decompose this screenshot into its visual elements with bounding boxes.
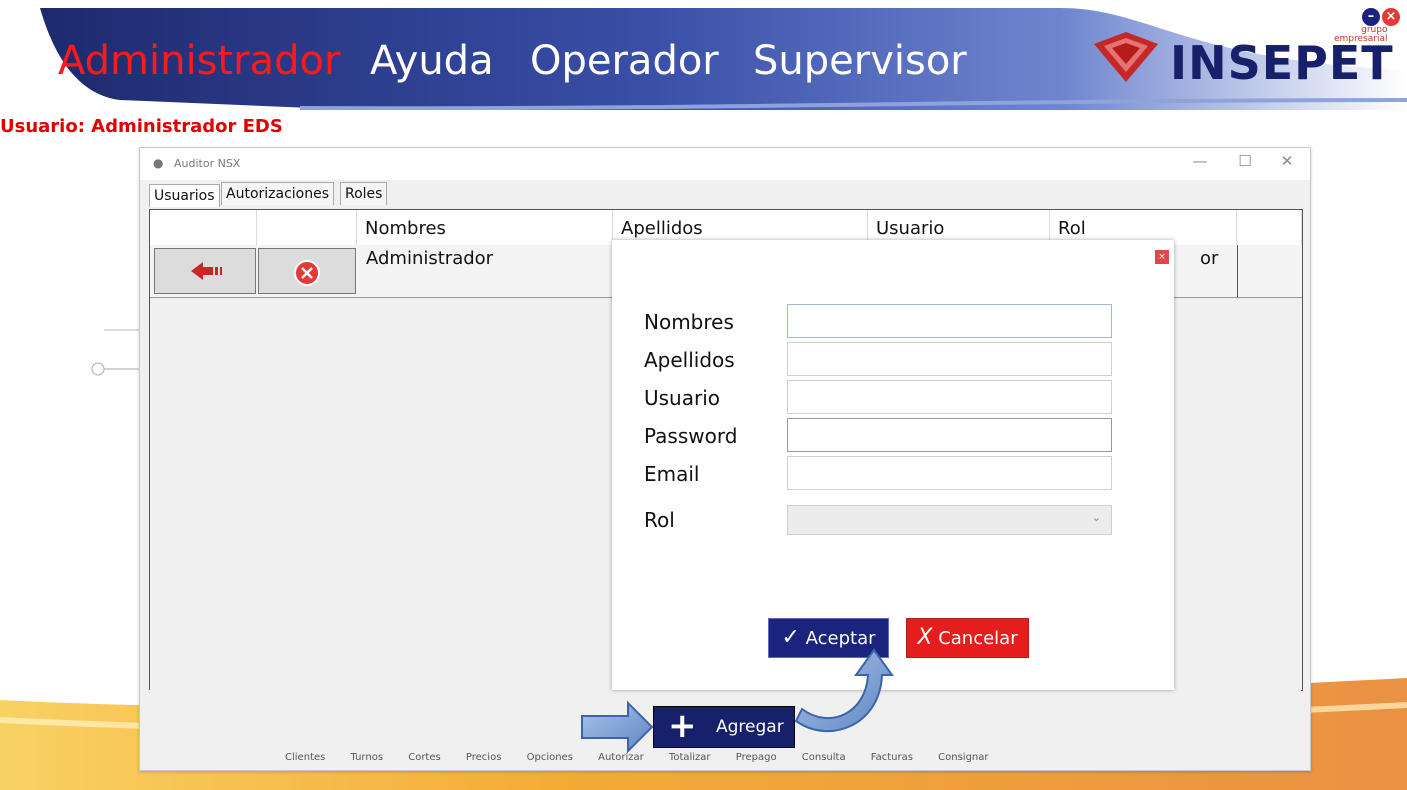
grid-divider (1237, 245, 1238, 297)
window-title-bar[interactable]: ● Auditor NSX — ☐ ✕ (140, 148, 1310, 180)
column-header (150, 210, 257, 245)
back-button[interactable] (154, 248, 256, 294)
label-email: Email (644, 462, 700, 486)
rol-select[interactable]: ⌄ (787, 505, 1112, 535)
cell-rol: or (1200, 248, 1219, 269)
tab-roles[interactable]: Roles (340, 182, 388, 205)
delete-row-button[interactable] (258, 248, 356, 294)
dialog-close-icon[interactable]: × (1155, 250, 1169, 264)
nav-item[interactable]: Clientes (285, 752, 325, 763)
add-user-dialog: × Nombres Apellidos Usuario Password Ema… (612, 240, 1174, 690)
nav-item[interactable]: Consignar (938, 752, 988, 763)
column-header-nombres[interactable]: Nombres (357, 210, 613, 245)
tab-autorizaciones[interactable]: Autorizaciones (221, 182, 335, 205)
column-header (1237, 210, 1302, 245)
window-minimize-icon[interactable]: — (1185, 152, 1215, 170)
menu-administrador[interactable]: Administrador (58, 38, 340, 84)
nav-item[interactable]: Cortes (408, 752, 441, 763)
current-user-label: Usuario: Administrador EDS (0, 116, 283, 137)
column-header (257, 210, 357, 245)
nav-item[interactable]: Opciones (527, 752, 573, 763)
label-nombres: Nombres (644, 310, 734, 334)
menu-supervisor[interactable]: Supervisor (753, 38, 967, 84)
logo-text: INSEPET (1170, 36, 1394, 90)
chevron-down-icon: ⌄ (1091, 511, 1101, 524)
tab-usuarios[interactable]: Usuarios (149, 184, 220, 207)
app-minimize-icon[interactable]: – (1362, 8, 1380, 26)
tutorial-arrows (581, 648, 894, 754)
logo-subtitle-line: empresarial (1334, 34, 1388, 44)
logo-subtitle: grupo empresarial (1334, 26, 1387, 44)
app-close-icon[interactable]: × (1382, 8, 1400, 26)
window-close-icon[interactable]: ✕ (1272, 152, 1302, 170)
usuario-input[interactable] (787, 380, 1112, 414)
email-input[interactable] (787, 456, 1112, 490)
insepet-logo-icon (1094, 32, 1158, 82)
password-input[interactable] (787, 418, 1112, 452)
right-arrow-icon (581, 700, 654, 754)
menu-operador[interactable]: Operador (530, 38, 719, 84)
curved-arrow-icon (794, 648, 894, 733)
left-arrow-icon (191, 262, 222, 280)
top-banner: Administrador Ayuda Operador Supervisor … (0, 0, 1407, 110)
nav-item[interactable]: Precios (466, 752, 502, 763)
window-maximize-icon[interactable]: ☐ (1230, 152, 1260, 170)
delete-x-icon (294, 260, 320, 286)
label-usuario: Usuario (644, 386, 721, 410)
x-icon: X (917, 625, 933, 650)
cancelar-button[interactable]: X Cancelar (906, 618, 1029, 658)
cell-nombres: Administrador (366, 248, 494, 269)
label-rol: Rol (644, 508, 675, 532)
menu-ayuda[interactable]: Ayuda (370, 38, 494, 84)
label-apellidos: Apellidos (644, 348, 735, 372)
cancelar-label: Cancelar (938, 628, 1018, 649)
nav-item[interactable]: Turnos (351, 752, 384, 763)
label-password: Password (644, 424, 738, 448)
window-title: Auditor NSX (174, 157, 241, 170)
apellidos-input[interactable] (787, 342, 1112, 376)
user-icon: ● (153, 156, 164, 170)
nombres-input[interactable] (787, 304, 1112, 338)
